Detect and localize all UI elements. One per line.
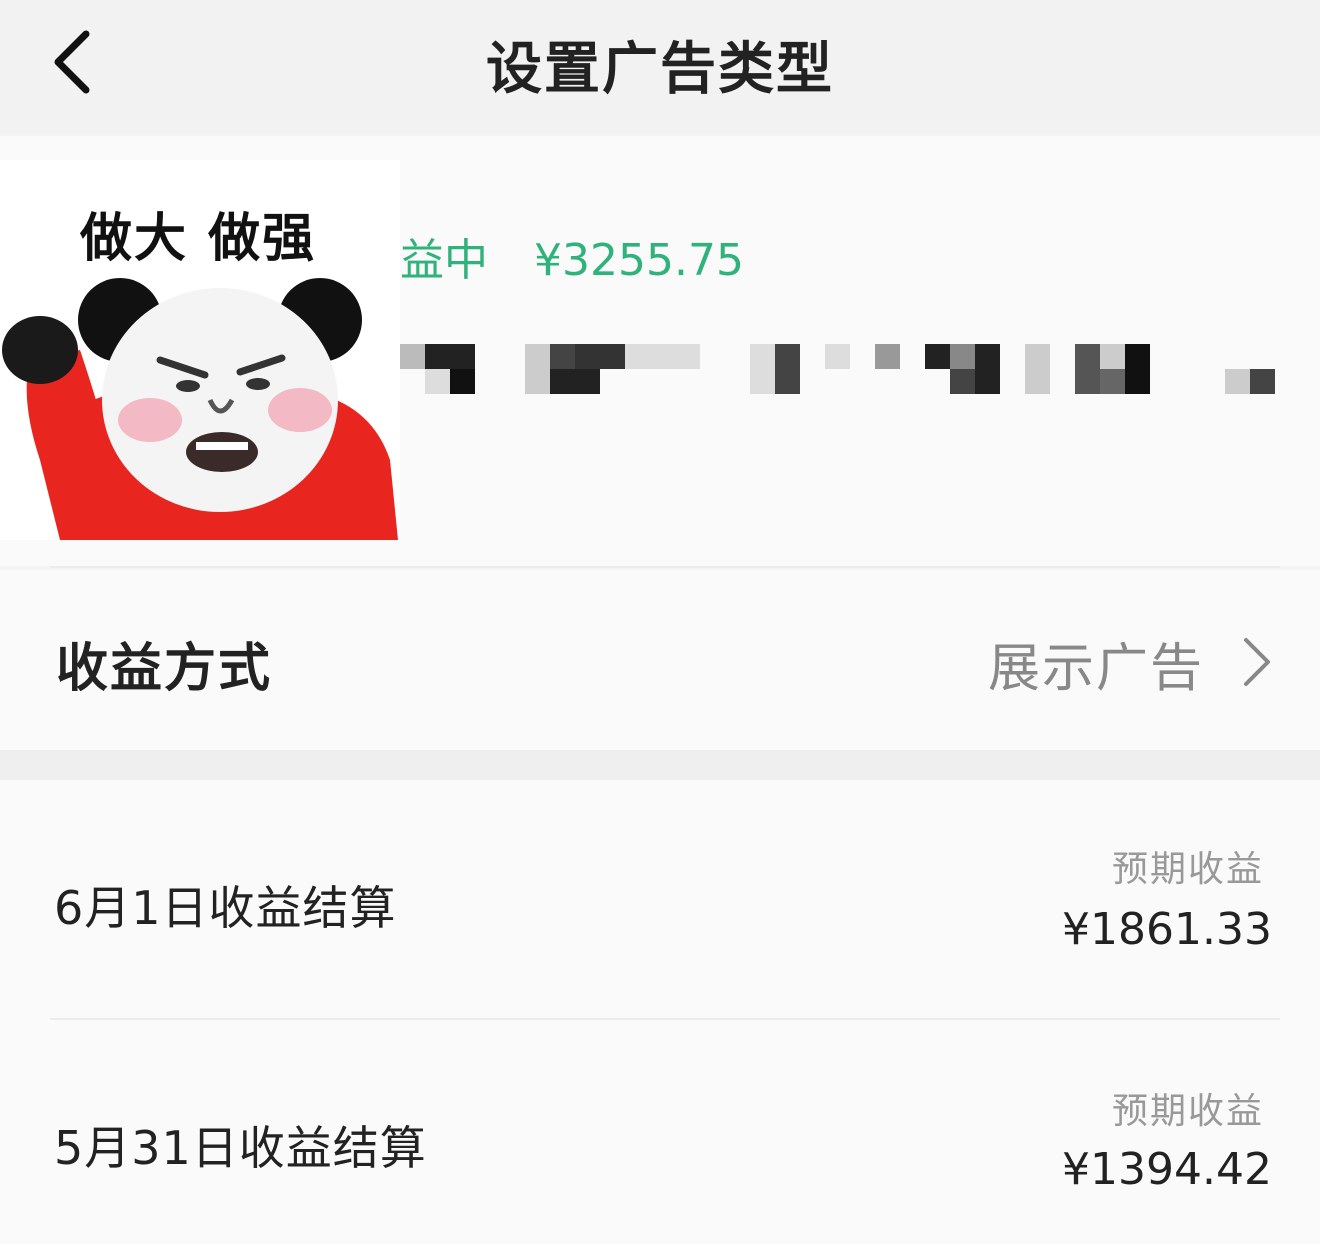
settlement-date-label: 5月31日收益结算: [54, 1121, 427, 1175]
revenue-method-label: 收益方式: [56, 639, 273, 699]
expected-revenue-amount: ¥1861.33: [1062, 904, 1272, 955]
section-gap: [0, 750, 1320, 780]
top-nav-bar: 设置广告类型: [0, 0, 1320, 134]
meme-caption: 做大 做强: [80, 209, 317, 269]
chevron-right-icon: [1244, 638, 1270, 686]
revenue-method-row[interactable]: 收益方式 展示广告: [0, 570, 1320, 750]
divider: [50, 566, 1280, 568]
expected-revenue-amount: ¥1394.42: [1062, 1144, 1272, 1195]
earnings-status: 益中: [400, 235, 488, 286]
settlement-date-label: 6月1日收益结算: [54, 881, 397, 935]
expected-revenue-label: 预期收益: [1111, 849, 1264, 890]
redacted-text-mosaic: [400, 344, 1275, 394]
settlement-row[interactable]: 6月1日收益结算 预期收益 ¥1861.33: [0, 780, 1320, 1020]
expected-revenue-label: 预期收益: [1111, 1091, 1264, 1132]
settlement-row[interactable]: 5月31日收益结算 预期收益 ¥1394.42: [0, 1020, 1320, 1244]
earnings-amount: ¥3255.75: [534, 235, 744, 286]
revenue-method-value: 展示广告: [987, 639, 1204, 699]
meme-image: 做大 做强: [0, 160, 400, 540]
page-title: 设置广告类型: [486, 37, 834, 102]
earnings-row: 益中 ¥3255.75: [400, 224, 744, 294]
